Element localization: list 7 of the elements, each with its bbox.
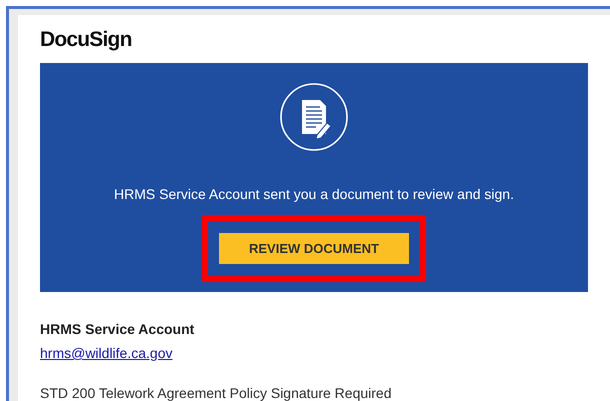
logo: DocuSign <box>40 27 132 53</box>
document-signing-icon <box>279 82 349 152</box>
banner-message: HRMS Service Account sent you a document to review and sign. <box>114 185 514 203</box>
sender-email-link[interactable]: hrms@wildlife.ca.gov <box>40 345 172 361</box>
email-subject: STD 200 Telework Agreement Policy Signature Required <box>40 385 392 401</box>
review-document-button[interactable]: REVIEW DOCUMENT <box>219 233 409 264</box>
sender-name: HRMS Service Account <box>40 321 194 338</box>
